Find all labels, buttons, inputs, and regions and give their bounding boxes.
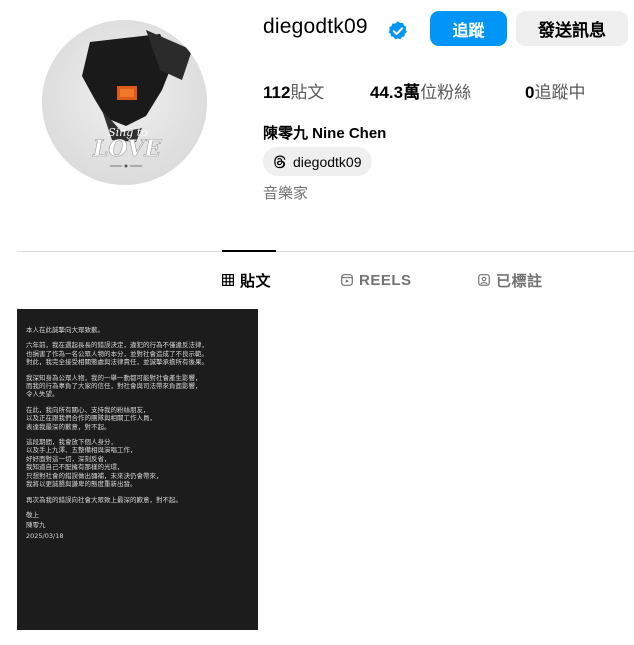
tab-posts[interactable]: 貼文 [222, 270, 271, 290]
grid-icon [222, 274, 234, 286]
active-tab-indicator [222, 250, 276, 252]
tab-reels-label: REELS [359, 271, 412, 289]
followers-count[interactable]: 44.3萬位粉絲 [370, 78, 471, 103]
threads-link[interactable]: diegodtk09 [263, 147, 372, 176]
post-paragraph: 在此，我向所有關心、支持我的粉絲朋友， 以及正在跟我們合作的團隊與相關工作人員，表… [26, 405, 156, 431]
post-statement-text: 本人在此誠摯向大眾致歉。六年前，我在遇起長長的錯誤決定，違犯的行為不僅違反法律，… [26, 326, 254, 542]
post-paragraph: 本人在此誠摯向大眾致歉。 [26, 326, 104, 334]
threads-icon [274, 155, 286, 169]
posts-count-label: 貼文 [290, 83, 325, 102]
followers-count-label: 位粉絲 [420, 83, 472, 102]
reels-icon [341, 274, 353, 286]
verified-badge-icon [388, 21, 407, 40]
post-paragraph: 陳零九 [26, 521, 46, 530]
profile-avatar[interactable]: Sing to LOVE [42, 20, 207, 185]
following-count-label: 追蹤中 [534, 83, 586, 102]
post-thumbnail[interactable]: 本人在此誠摯向大眾致歉。六年前，我在遇起長長的錯誤決定，違犯的行為不僅違反法律，… [17, 309, 258, 630]
post-paragraph: 再次為我的錯誤向社會大眾致上最深的歉意，對不起。 [26, 495, 182, 504]
avatar-title-large: LOVE [92, 136, 162, 162]
avatar-album-art: Sing to LOVE [42, 20, 207, 185]
tab-tagged[interactable]: 已標註 [478, 270, 543, 290]
follow-button[interactable]: 追蹤 [430, 11, 507, 46]
threads-handle: diegodtk09 [293, 153, 362, 170]
post-paragraph: 這段期間，我會放下個人身分， 以及手上九澤、五整備相與演唱工作， 好好面對這一切，深… [26, 438, 163, 489]
following-count[interactable]: 0追蹤中 [525, 78, 585, 103]
post-paragraph: 我深知身為公眾人物，我的一舉一動都可能對社會產生影響， 而我的行為辜負了大家的信任… [26, 373, 202, 399]
followers-count-number: 44.3萬 [370, 83, 421, 102]
post-paragraph: 2025/03/18 [26, 531, 64, 540]
tabs-divider [17, 251, 634, 252]
posts-count-number: 112 [263, 83, 291, 102]
post-paragraph: 敬上 [26, 510, 39, 519]
profile-category: 音樂家 [263, 185, 309, 202]
profile-page: Sing to LOVE diegodtk09 追蹤 發送訊息 112貼文 44… [0, 0, 634, 645]
profile-full-name: 陳零九 Nine Chen [263, 125, 387, 142]
send-message-button[interactable]: 發送訊息 [516, 11, 628, 46]
tagged-icon [478, 274, 490, 286]
tab-reels[interactable]: REELS [341, 270, 412, 290]
profile-username: diegodtk09 [263, 15, 368, 38]
post-paragraph: 六年前，我在遇起長長的錯誤決定，違犯的行為不僅違反法律， 也損害了作為一名公眾人物… [26, 341, 208, 367]
tab-posts-label: 貼文 [240, 272, 272, 290]
tab-tagged-label: 已標註 [496, 272, 543, 290]
posts-count: 112貼文 [263, 78, 324, 103]
